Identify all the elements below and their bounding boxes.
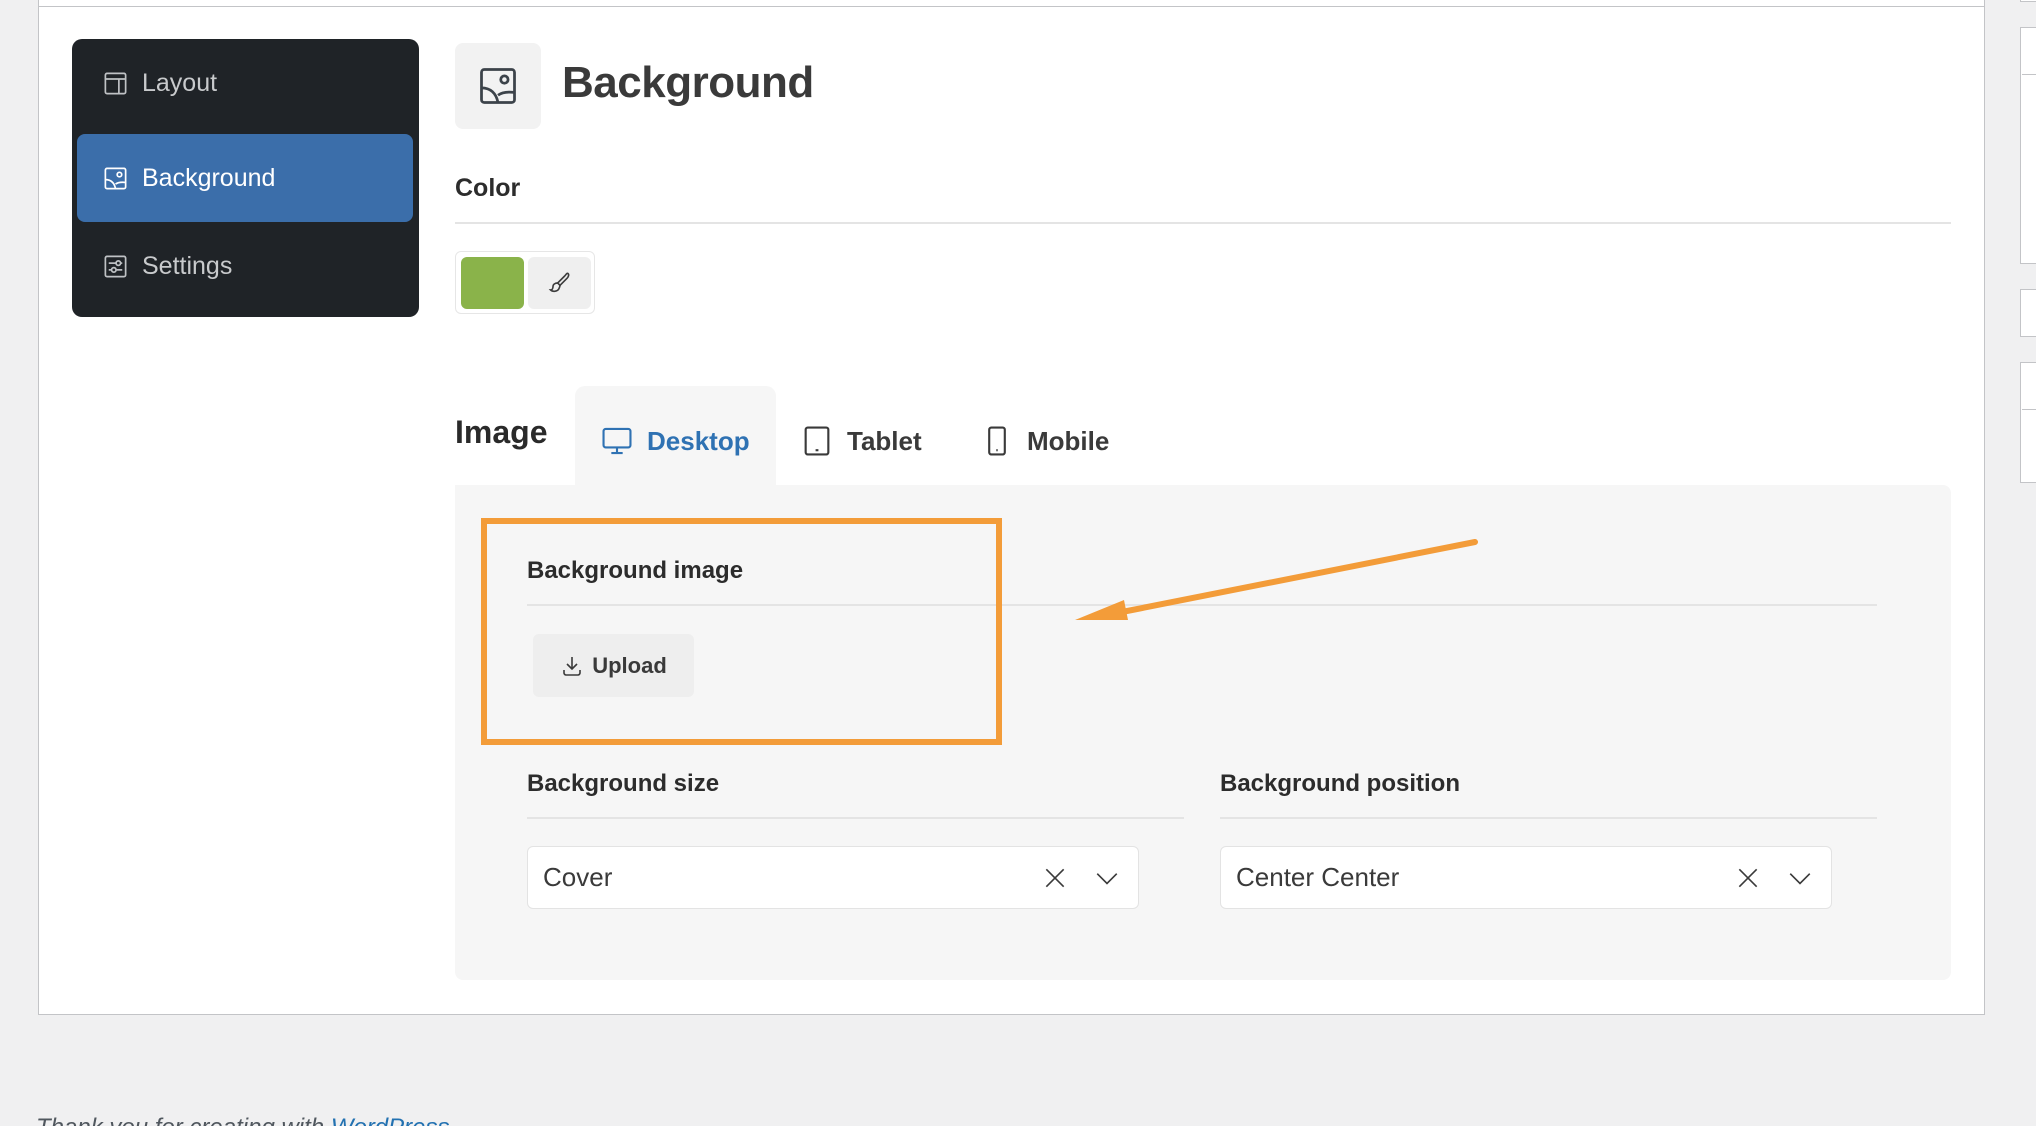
background-position-select[interactable]: Center Center bbox=[1220, 846, 1832, 909]
color-swatch[interactable] bbox=[461, 257, 524, 309]
tab-mobile[interactable]: Mobile bbox=[980, 386, 1130, 486]
right-panel-box bbox=[2020, 289, 2036, 337]
clear-icon[interactable] bbox=[1042, 865, 1068, 891]
background-size-divider bbox=[527, 817, 1184, 819]
color-picker-button[interactable] bbox=[528, 257, 591, 309]
right-panel-divider bbox=[2022, 409, 2036, 410]
color-picker-group bbox=[455, 251, 595, 314]
sidebar: Layout Background Settings bbox=[72, 39, 419, 317]
mobile-icon bbox=[988, 426, 1006, 456]
tab-label: Mobile bbox=[1027, 425, 1110, 456]
page-title: Background bbox=[562, 58, 814, 107]
color-label: Color bbox=[455, 174, 521, 202]
tablet-icon bbox=[804, 426, 830, 456]
image-icon bbox=[480, 68, 516, 104]
sidebar-item-layout[interactable]: Layout bbox=[77, 39, 413, 127]
background-size-value: Cover bbox=[543, 862, 613, 892]
chevron-down-icon[interactable] bbox=[1787, 865, 1813, 891]
top-divider bbox=[38, 6, 1985, 7]
header-icon-box bbox=[455, 43, 541, 129]
background-position-divider bbox=[1220, 817, 1877, 819]
right-panel-box bbox=[2020, 27, 2036, 264]
sidebar-item-background[interactable]: Background bbox=[77, 134, 413, 222]
sidebar-item-label: Background bbox=[142, 163, 276, 192]
tab-desktop[interactable]: Desktop bbox=[575, 386, 776, 486]
desktop-icon bbox=[602, 427, 632, 455]
upload-button[interactable]: Upload bbox=[533, 634, 694, 697]
background-size-select[interactable]: Cover bbox=[527, 846, 1139, 909]
tab-label: Desktop bbox=[647, 425, 750, 456]
sidebar-item-label: Layout bbox=[142, 68, 218, 97]
chevron-down-icon[interactable] bbox=[1094, 865, 1120, 891]
tab-tablet[interactable]: Tablet bbox=[800, 386, 950, 486]
layout-icon bbox=[104, 72, 127, 94]
footer-text: Thank you for creating with WordPress bbox=[36, 1114, 450, 1126]
clear-icon[interactable] bbox=[1735, 865, 1761, 891]
color-divider bbox=[455, 222, 1951, 224]
background-position-value: Center Center bbox=[1236, 862, 1400, 892]
tab-label: Tablet bbox=[847, 425, 922, 456]
right-panel-divider bbox=[2022, 74, 2036, 75]
sidebar-item-label: Settings bbox=[142, 251, 233, 280]
background-image-label: Background image bbox=[527, 557, 744, 584]
background-position-label: Background position bbox=[1220, 770, 1460, 797]
background-size-label: Background size bbox=[527, 770, 720, 797]
upload-label: Upload bbox=[592, 652, 667, 678]
background-image-divider bbox=[527, 604, 1877, 606]
download-icon bbox=[563, 656, 582, 676]
image-icon bbox=[104, 167, 127, 189]
brush-icon bbox=[548, 272, 569, 293]
wordpress-link[interactable]: WordPress bbox=[331, 1114, 450, 1126]
sliders-icon bbox=[104, 255, 127, 277]
footer-label: Thank you for creating with bbox=[36, 1114, 331, 1126]
image-section-label: Image bbox=[455, 414, 548, 450]
right-panel-box bbox=[2020, 362, 2036, 483]
right-panel-box bbox=[2020, 0, 2036, 2]
sidebar-item-settings[interactable]: Settings bbox=[77, 222, 413, 310]
